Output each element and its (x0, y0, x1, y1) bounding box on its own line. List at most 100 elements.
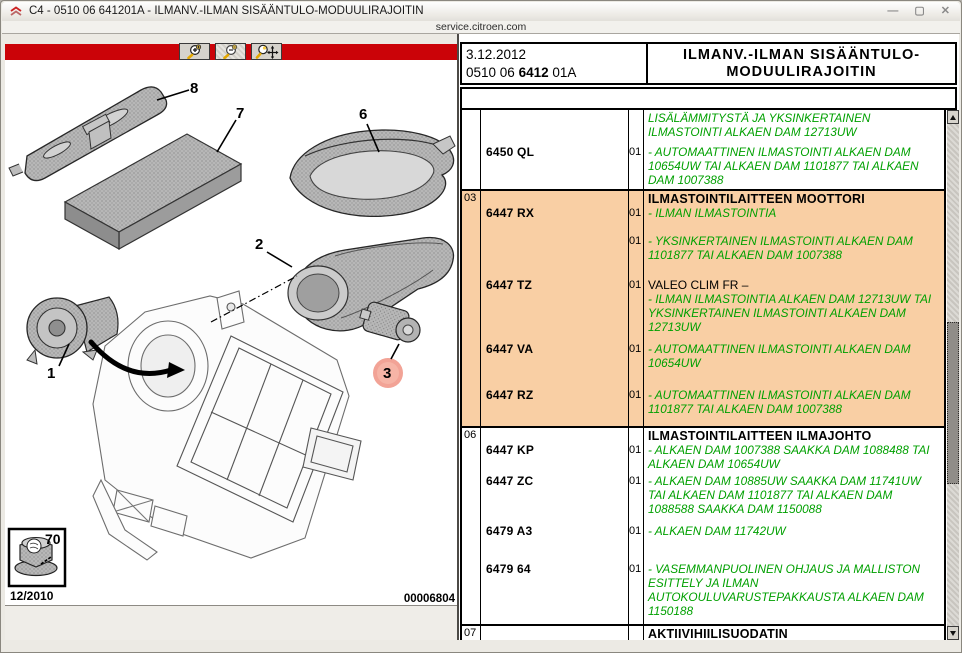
description-green: - VASEMMANPUOLINEN OHJAUS JA MALLISTON E… (648, 562, 941, 618)
url-bar: service.citroen.com (2, 21, 960, 34)
window-controls: — ▢ ✕ (887, 2, 950, 21)
diagram-toolbar (5, 44, 457, 60)
column-divider (643, 428, 644, 624)
section-body: ILMASTOINTILAITTEEN MOOTTORI6447 RX01- I… (481, 191, 944, 416)
desc-cell: - ALKAEN DAM 11742UW (643, 524, 944, 538)
part-number[interactable]: 6479 A3 (481, 524, 628, 538)
exploded-parts-diagram: 8 7 6 2 1 3 70 12/2010 00006804 (5, 60, 457, 605)
maximize-button[interactable]: ▢ (914, 6, 924, 17)
arrow-down-icon (950, 631, 956, 636)
callout-70: 70 (45, 531, 61, 547)
part-row: LISÄLÄMMITYSTÄ JA YKSINKERTAINEN ILMASTO… (481, 111, 944, 139)
part-number[interactable]: 6447 VA (481, 342, 628, 370)
part-number[interactable]: 6447 KP (481, 443, 628, 471)
desc-cell: - ALKAEN DAM 10885UW SAAKKA DAM 11741UW … (643, 474, 944, 516)
part-row: 6479 A301 - ALKAEN DAM 11742UW (481, 524, 944, 538)
zoom-pan-button[interactable] (251, 43, 282, 60)
callout-1[interactable]: 1 (47, 366, 55, 381)
desc-cell: - VASEMMANPUOLINEN OHJAUS JA MALLISTON E… (643, 562, 944, 618)
document-title-line2: MODUULIRAJOITIN (648, 64, 955, 81)
quantity: 01 (628, 524, 643, 538)
part-6-scoop (290, 124, 455, 216)
section-body: LISÄLÄMMITYSTÄ JA YKSINKERTAINEN ILMASTO… (481, 110, 944, 187)
parts-list-panel: 3.12.2012 0510 06 6412 01A ILMANV.-ILMAN… (459, 34, 959, 640)
table-section: 06ILMASTOINTILAITTEEN ILMAJOHTO6447 KP01… (462, 426, 944, 624)
magnifier-pan-icon (254, 44, 280, 59)
part-row: 6479 6401- VASEMMANPUOLINEN OHJAUS JA MA… (481, 562, 944, 618)
part-number[interactable]: 6450 QL (481, 145, 628, 187)
description-green: - AUTOMAATTINEN ILMASTOINTI ALKAEN DAM 1… (648, 342, 941, 370)
magnifier-minus-icon (220, 44, 242, 59)
header-spacer-strip (460, 87, 957, 110)
table-section: LISÄLÄMMITYSTÄ JA YKSINKERTAINEN ILMASTO… (462, 110, 944, 189)
zoom-in-button[interactable] (179, 43, 210, 60)
part-number[interactable]: 6447 ZC (481, 474, 628, 516)
desc-cell: ILMASTOINTILAITTEEN MOOTTORI (643, 192, 944, 206)
arrow-up-icon (950, 115, 956, 120)
table-section: 03ILMASTOINTILAITTEEN MOOTTORI6447 RX01-… (462, 189, 944, 426)
quantity: 01 (628, 145, 643, 187)
scrollbar-thumb[interactable] (947, 322, 959, 484)
part-cell (481, 627, 628, 640)
callout-2[interactable]: 2 (255, 237, 263, 252)
document-title: ILMANV.-ILMAN SISÄÄNTULO- MODUULIRAJOITI… (648, 44, 955, 83)
part-row: 6447 KP01- ALKAEN DAM 1007388 SAAKKA DAM… (481, 443, 944, 471)
qty-cell (628, 429, 643, 443)
part-row: 6447 TZ01VALEO CLIM FR –- ILMAN ILMASTOI… (481, 278, 944, 334)
url-text: service.citroen.com (436, 21, 526, 33)
window-title: C4 - 0510 06 641201A - ILMANV.-ILMAN SIS… (29, 2, 424, 21)
quantity: 01 (628, 474, 643, 516)
code-bold: 6412 (519, 65, 549, 80)
quantity: 01 (628, 206, 643, 220)
hvac-exploded-drawing (5, 60, 457, 605)
diagram-panel: 8 7 6 2 1 3 70 12/2010 00006804 (5, 34, 457, 640)
callout-3[interactable]: 3 (383, 366, 391, 381)
scroll-up-button[interactable] (947, 110, 959, 124)
hvac-housing (93, 291, 361, 560)
scroll-down-button[interactable] (947, 626, 959, 640)
minimize-button[interactable]: — (887, 6, 898, 17)
section-title: AKTIIVIHIILISUODATIN (648, 627, 941, 640)
qty-cell (628, 627, 643, 640)
section-title: ILMASTOINTILAITTEEN MOOTTORI (648, 192, 941, 206)
desc-cell: - AUTOMAATTINEN ILMASTOINTI ALKAEN DAM 1… (643, 145, 944, 187)
quantity: 01 (628, 562, 643, 618)
part-number[interactable]: 6447 TZ (481, 278, 628, 334)
column-divider (628, 110, 629, 189)
column-divider (480, 428, 481, 624)
part-row: 6447 RX01- ILMAN ILMASTOINTIA (481, 206, 944, 220)
column-divider (643, 191, 644, 426)
column-divider (628, 428, 629, 624)
description-green: - ALKAEN DAM 11742UW (648, 524, 941, 538)
column-divider (480, 626, 481, 640)
desc-cell: - ILMAN ILMASTOINTIA (643, 206, 944, 220)
description-green: - YKSINKERTAINEN ILMASTOINTI ALKAEN DAM … (648, 234, 941, 262)
part-number[interactable]: 6447 RX (481, 206, 628, 220)
section-header-row: ILMASTOINTILAITTEEN ILMAJOHTO (481, 429, 944, 443)
diagram-panel-footer (5, 605, 457, 640)
desc-cell: VALEO CLIM FR –- ILMAN ILMASTOINTIA ALKA… (643, 278, 944, 334)
description-green: - AUTOMAATTINEN ILMASTOINTI ALKAEN DAM 1… (648, 388, 941, 416)
part-number[interactable]: 6479 64 (481, 562, 628, 618)
section-body: AKTIIVIHIILISUODATIN6447 NV01- AUTOMAATT… (481, 626, 944, 640)
title-bar: C4 - 0510 06 641201A - ILMANV.-ILMAN SIS… (2, 2, 960, 22)
drawing-number: 00006804 (404, 593, 455, 605)
application-window: C4 - 0510 06 641201A - ILMANV.-ILMAN SIS… (0, 0, 962, 653)
table-scrollbar[interactable] (947, 110, 959, 640)
document-code: 0510 06 6412 01A (466, 64, 646, 82)
callout-8[interactable]: 8 (190, 81, 198, 96)
quantity: 01 (628, 234, 643, 262)
code-suffix: 01A (549, 65, 577, 80)
callout-7[interactable]: 7 (236, 106, 244, 121)
section-number: 03 (464, 192, 476, 204)
part-row: 6447 RZ01- AUTOMAATTINEN ILMASTOINTI ALK… (481, 388, 944, 416)
table-section: 07AKTIIVIHIILISUODATIN6447 NV01- AUTOMAA… (462, 624, 944, 640)
section-title: ILMASTOINTILAITTEEN ILMAJOHTO (648, 429, 941, 443)
part-number[interactable]: 6447 RZ (481, 388, 628, 416)
zoom-out-button[interactable] (215, 43, 246, 60)
desc-cell: - YKSINKERTAINEN ILMASTOINTI ALKAEN DAM … (643, 234, 944, 262)
description-green: - ILMAN ILMASTOINTIA ALKAEN DAM 12713UW … (648, 292, 941, 334)
callout-6[interactable]: 6 (359, 107, 367, 122)
close-button[interactable]: ✕ (941, 6, 950, 17)
column-divider (480, 191, 481, 426)
